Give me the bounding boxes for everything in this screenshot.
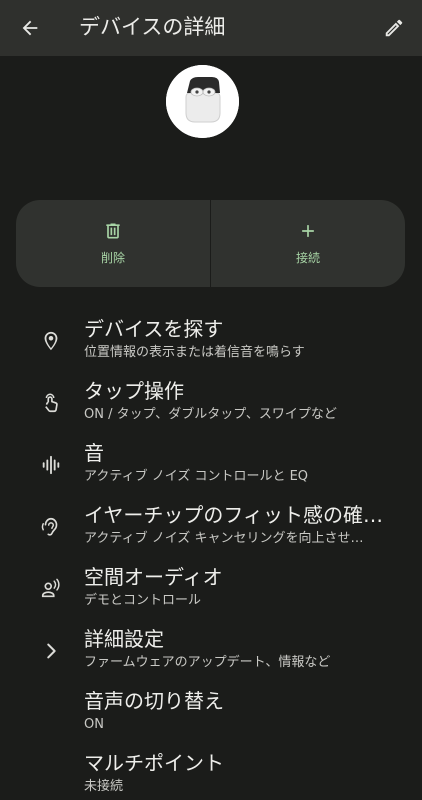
- item-title: マルチポイント: [84, 751, 224, 775]
- item-subtitle: ON: [84, 717, 104, 732]
- chevron-right-icon: [38, 638, 64, 664]
- arrow-back-icon: [22, 20, 38, 36]
- find-device-item[interactable]: デバイスを探す 位置情報の表示または着信音を鳴らす: [0, 311, 422, 373]
- sound-wave-icon: [38, 452, 64, 478]
- connect-button[interactable]: 接続: [211, 200, 405, 287]
- plus-icon: [302, 225, 314, 237]
- tap-controls-item[interactable]: タップ操作 ON / タップ、ダブルタップ、スワイプなど: [0, 373, 422, 435]
- item-subtitle: 位置情報の表示または着信音を鳴らす: [84, 345, 305, 360]
- pencil-icon: [385, 19, 403, 37]
- ear-icon: [38, 514, 64, 540]
- device-details-screen: デバイスの詳細 削除 接続 デバイスを探す 位置情報の表示または着信音を鳴らす …: [0, 0, 422, 800]
- advanced-settings-item[interactable]: 詳細設定 ファームウェアのアップデート、情報など: [0, 621, 422, 683]
- item-subtitle: 未接続: [84, 779, 124, 794]
- item-title: タップ操作: [84, 379, 184, 403]
- item-title: イヤーチップのフィット感の確…: [84, 503, 383, 527]
- multipoint-item[interactable]: マルチポイント 未接続: [0, 745, 422, 800]
- item-title: 空間オーディオ: [84, 565, 223, 589]
- item-title: 音: [84, 441, 104, 465]
- settings-list: デバイスを探す 位置情報の表示または着信音を鳴らす タップ操作 ON / タップ…: [0, 311, 422, 800]
- delete-label: 削除: [100, 251, 125, 265]
- trash-icon: [106, 223, 120, 239]
- page-title: デバイスの詳細: [79, 15, 226, 39]
- item-title: 音声の切り替え: [84, 689, 224, 713]
- eartip-fit-item[interactable]: イヤーチップのフィット感の確… アクティブ ノイズ キャンセリングを向上させ…: [0, 497, 422, 559]
- item-subtitle: アクティブ ノイズ コントロールと EQ: [84, 469, 309, 484]
- earbuds-case-image: [166, 65, 239, 138]
- edit-button[interactable]: [378, 12, 410, 44]
- item-subtitle: ON / タップ、ダブルタップ、スワイプなど: [84, 407, 337, 422]
- item-subtitle: デモとコントロール: [84, 593, 202, 608]
- device-actions-card: 削除 接続: [16, 200, 405, 287]
- top-app-bar: デバイスの詳細: [0, 0, 422, 56]
- spatial-audio-icon: [38, 576, 64, 602]
- item-subtitle: アクティブ ノイズ キャンセリングを向上させ…: [84, 531, 364, 546]
- touch-gesture-icon: [38, 390, 64, 416]
- spatial-audio-item[interactable]: 空間オーディオ デモとコントロール: [0, 559, 422, 621]
- audio-switching-item[interactable]: 音声の切り替え ON: [0, 683, 422, 745]
- sound-item[interactable]: 音 アクティブ ノイズ コントロールと EQ: [0, 435, 422, 497]
- item-title: 詳細設定: [84, 627, 164, 651]
- connect-label: 接続: [295, 251, 320, 265]
- delete-button[interactable]: 削除: [16, 200, 210, 287]
- location-pin-icon: [38, 328, 64, 354]
- item-subtitle: ファームウェアのアップデート、情報など: [84, 655, 331, 670]
- back-button[interactable]: [14, 12, 46, 44]
- item-title: デバイスを探す: [84, 317, 224, 341]
